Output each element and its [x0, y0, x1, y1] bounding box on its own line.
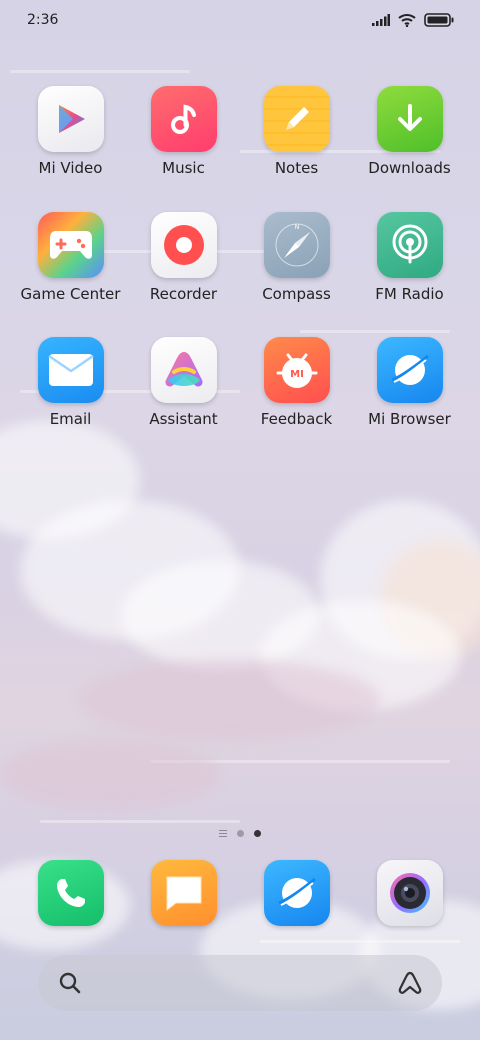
feedback-mi-icon: MI	[263, 337, 330, 403]
compass-icon: N	[263, 212, 330, 278]
svg-text:N: N	[294, 224, 299, 231]
app-drawer-lines-icon[interactable]	[219, 830, 227, 837]
cellular-signal-icon	[372, 14, 390, 26]
app-label: Downloads	[368, 159, 451, 177]
dock-camera[interactable]	[353, 860, 466, 926]
download-arrow-icon	[376, 86, 443, 152]
app-feedback[interactable]: MI Feedback	[240, 337, 353, 428]
envelope-icon	[37, 337, 104, 403]
record-icon	[150, 212, 217, 278]
app-label: Mi Browser	[368, 410, 451, 428]
app-label: Mi Video	[38, 159, 103, 177]
status-bar: 2:36	[0, 0, 480, 40]
search-icon[interactable]	[58, 971, 82, 995]
app-compass[interactable]: N Compass	[240, 212, 353, 303]
browser-planet-icon	[263, 860, 330, 926]
app-recorder[interactable]: Recorder	[127, 212, 240, 303]
assistant-icon	[150, 337, 217, 403]
app-game-center[interactable]: Game Center	[14, 212, 127, 303]
page-dot-1[interactable]	[237, 830, 244, 837]
wifi-icon	[398, 14, 416, 27]
app-label: Recorder	[149, 285, 218, 303]
app-label: Assistant	[149, 410, 218, 428]
app-label: Game Center	[20, 285, 121, 303]
camera-icon	[376, 860, 443, 926]
messages-icon	[150, 860, 217, 926]
play-icon	[37, 86, 104, 152]
pencil-icon	[263, 86, 330, 152]
page-dot-2-active[interactable]	[254, 830, 261, 837]
radio-icon	[376, 212, 443, 278]
app-music[interactable]: Music	[127, 86, 240, 177]
dock-phone[interactable]	[14, 860, 127, 926]
dock-browser[interactable]	[240, 860, 353, 926]
battery-icon	[424, 13, 454, 27]
app-email[interactable]: Email	[14, 337, 127, 428]
app-mi-browser[interactable]: Mi Browser	[353, 337, 466, 428]
app-label: Compass	[262, 285, 331, 303]
app-label: Feedback	[260, 410, 333, 428]
browser-planet-icon	[376, 337, 443, 403]
app-assistant[interactable]: Assistant	[127, 337, 240, 428]
search-bar[interactable]	[38, 955, 442, 1011]
app-downloads[interactable]: Downloads	[353, 86, 466, 177]
gamepad-icon	[37, 212, 104, 278]
clock: 2:36	[27, 12, 59, 28]
phone-icon	[37, 860, 104, 926]
status-icons	[372, 13, 454, 27]
app-label: Music	[162, 159, 205, 177]
app-label: FM Radio	[375, 285, 444, 303]
app-notes[interactable]: Notes	[240, 86, 353, 177]
app-mi-video[interactable]: Mi Video	[14, 86, 127, 177]
page-indicator	[0, 830, 480, 837]
music-note-icon	[150, 86, 217, 152]
app-label: Notes	[274, 159, 319, 177]
app-fm-radio[interactable]: FM Radio	[353, 212, 466, 303]
app-label: Email	[49, 410, 92, 428]
feedback-badge-text: MI	[290, 369, 304, 380]
assistant-icon[interactable]	[396, 970, 424, 996]
dock-messages[interactable]	[127, 860, 240, 926]
